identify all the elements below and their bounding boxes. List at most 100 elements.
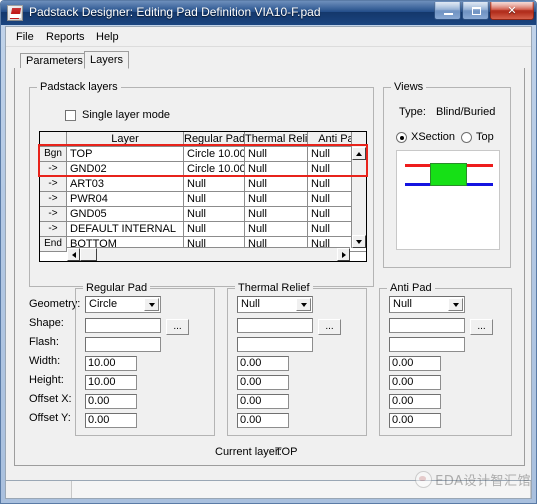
- height-label: Height:: [29, 374, 64, 386]
- regular-pad-geometry-value: Circle: [89, 298, 118, 310]
- cell-thermal-relief[interactable]: Null: [245, 177, 308, 191]
- thermal-relief-offset-x-input[interactable]: 0.00: [237, 394, 289, 409]
- cell-layer[interactable]: GND02: [67, 162, 184, 176]
- scroll-down-button[interactable]: [352, 235, 366, 248]
- row-marker[interactable]: ->: [40, 192, 67, 206]
- anti-pad-flash-input[interactable]: [389, 337, 465, 352]
- grid-header-thermal-relief[interactable]: Thermal Relief: [245, 132, 308, 146]
- radio-xsection-label: XSection: [411, 131, 456, 143]
- maximize-button[interactable]: [462, 2, 489, 20]
- title-bar[interactable]: Padstack Designer: Editing Pad Definitio…: [1, 1, 536, 25]
- regular-pad-width-input[interactable]: 10.00: [85, 356, 137, 371]
- geometry-label: Geometry:: [29, 298, 81, 310]
- cell-layer[interactable]: PWR04: [67, 192, 184, 206]
- chevron-down-icon[interactable]: [448, 298, 463, 311]
- padstack-layers-title: Padstack layers: [37, 81, 121, 93]
- cell-thermal-relief[interactable]: Null: [245, 162, 308, 176]
- status-pane-main: [72, 481, 531, 498]
- thermal-relief-title: Thermal Relief: [235, 282, 313, 294]
- tab-parameters[interactable]: Parameters: [20, 53, 89, 69]
- anti-pad-title: Anti Pad: [387, 282, 435, 294]
- regular-pad-height-input[interactable]: 10.00: [85, 375, 137, 390]
- single-layer-mode-checkbox[interactable]: [65, 110, 76, 121]
- cell-layer[interactable]: TOP: [67, 147, 184, 161]
- regular-pad-shape-browse-button[interactable]: ...: [166, 319, 189, 335]
- row-marker[interactable]: ->: [40, 162, 67, 176]
- anti-pad-offset-y-input[interactable]: 0.00: [389, 413, 441, 428]
- flash-label: Flash:: [29, 336, 59, 348]
- offset-y-label: Offset Y:: [29, 412, 71, 424]
- thermal-relief-flash-input[interactable]: [237, 337, 313, 352]
- table-row[interactable]: -> DEFAULT INTERNAL Null Null Null: [40, 222, 366, 237]
- cell-regular-pad[interactable]: Null: [184, 222, 245, 236]
- table-row[interactable]: -> GND02 Circle 10.00 Null Null: [40, 162, 366, 177]
- cell-regular-pad[interactable]: Null: [184, 207, 245, 221]
- anti-pad-shape-browse-button[interactable]: ...: [470, 319, 493, 335]
- radio-xsection[interactable]: [396, 132, 407, 143]
- cell-regular-pad[interactable]: Circle 10.00: [184, 147, 245, 161]
- xsection-preview: [396, 150, 500, 250]
- grid-horizontal-scrollbar[interactable]: [67, 247, 350, 261]
- regular-pad-group: Regular Pad Circle ... 10.00 10.00 0.00 …: [75, 282, 215, 436]
- anti-pad-geometry-select[interactable]: Null: [389, 296, 465, 313]
- minimize-button[interactable]: [434, 2, 461, 20]
- thermal-relief-width-input[interactable]: 0.00: [237, 356, 289, 371]
- scroll-left-button[interactable]: [67, 248, 80, 261]
- cell-layer[interactable]: DEFAULT INTERNAL: [67, 222, 184, 236]
- app-icon: [7, 5, 23, 21]
- cell-thermal-relief[interactable]: Null: [245, 147, 308, 161]
- anti-pad-group: Anti Pad Null ... 0.00 0.00 0.00 0.00: [379, 282, 512, 436]
- row-marker[interactable]: Bgn: [40, 147, 67, 161]
- views-title: Views: [391, 81, 427, 93]
- anti-pad-offset-x-input[interactable]: 0.00: [389, 394, 441, 409]
- anti-pad-height-input[interactable]: 0.00: [389, 375, 441, 390]
- regular-pad-flash-input[interactable]: [85, 337, 161, 352]
- scroll-right-button[interactable]: [337, 248, 350, 261]
- table-row[interactable]: -> GND05 Null Null Null: [40, 207, 366, 222]
- tab-layers[interactable]: Layers: [84, 51, 130, 69]
- close-button[interactable]: ✕: [490, 2, 534, 20]
- regular-pad-title: Regular Pad: [83, 282, 151, 294]
- table-row[interactable]: -> ART03 Null Null Null: [40, 177, 366, 192]
- thermal-relief-shape-browse-button[interactable]: ...: [318, 319, 341, 335]
- row-marker[interactable]: ->: [40, 222, 67, 236]
- thermal-relief-group: Thermal Relief Null ... 0.00 0.00 0.00 0…: [227, 282, 367, 436]
- grid-vertical-scrollbar[interactable]: [351, 132, 366, 248]
- thermal-relief-height-input[interactable]: 0.00: [237, 375, 289, 390]
- chevron-down-icon: [356, 239, 362, 244]
- table-row[interactable]: Bgn TOP Circle 10.00 Null Null: [40, 147, 366, 162]
- radio-top[interactable]: [461, 132, 472, 143]
- menu-reports[interactable]: Reports: [42, 30, 89, 44]
- row-marker[interactable]: End: [40, 237, 67, 251]
- table-row[interactable]: -> PWR04 Null Null Null: [40, 192, 366, 207]
- chevron-down-icon[interactable]: [144, 298, 159, 311]
- anti-pad-width-input[interactable]: 0.00: [389, 356, 441, 371]
- tab-strip: Parameters Layers: [14, 51, 525, 69]
- cell-regular-pad[interactable]: Circle 10.00: [184, 162, 245, 176]
- thermal-relief-geometry-select[interactable]: Null: [237, 296, 313, 313]
- cell-layer[interactable]: GND05: [67, 207, 184, 221]
- anti-pad-shape-input[interactable]: [389, 318, 465, 333]
- menu-file[interactable]: File: [12, 30, 38, 44]
- cell-regular-pad[interactable]: Null: [184, 192, 245, 206]
- scroll-up-button[interactable]: [352, 147, 366, 160]
- regular-pad-geometry-select[interactable]: Circle: [85, 296, 161, 313]
- grid-header-layer[interactable]: Layer: [67, 132, 184, 146]
- cell-thermal-relief[interactable]: Null: [245, 192, 308, 206]
- cell-thermal-relief[interactable]: Null: [245, 207, 308, 221]
- cell-thermal-relief[interactable]: Null: [245, 222, 308, 236]
- cell-regular-pad[interactable]: Null: [184, 177, 245, 191]
- regular-pad-offset-x-input[interactable]: 0.00: [85, 394, 137, 409]
- h-scroll-thumb[interactable]: [80, 248, 97, 261]
- regular-pad-offset-y-input[interactable]: 0.00: [85, 413, 137, 428]
- menu-help[interactable]: Help: [92, 30, 123, 44]
- padstack-layers-grid[interactable]: Layer Regular Pad Thermal Relief Anti Pa…: [39, 131, 367, 262]
- thermal-relief-offset-y-input[interactable]: 0.00: [237, 413, 289, 428]
- cell-layer[interactable]: ART03: [67, 177, 184, 191]
- chevron-down-icon[interactable]: [296, 298, 311, 311]
- thermal-relief-shape-input[interactable]: [237, 318, 313, 333]
- regular-pad-shape-input[interactable]: [85, 318, 161, 333]
- grid-header-regular-pad[interactable]: Regular Pad: [184, 132, 245, 146]
- row-marker[interactable]: ->: [40, 177, 67, 191]
- row-marker[interactable]: ->: [40, 207, 67, 221]
